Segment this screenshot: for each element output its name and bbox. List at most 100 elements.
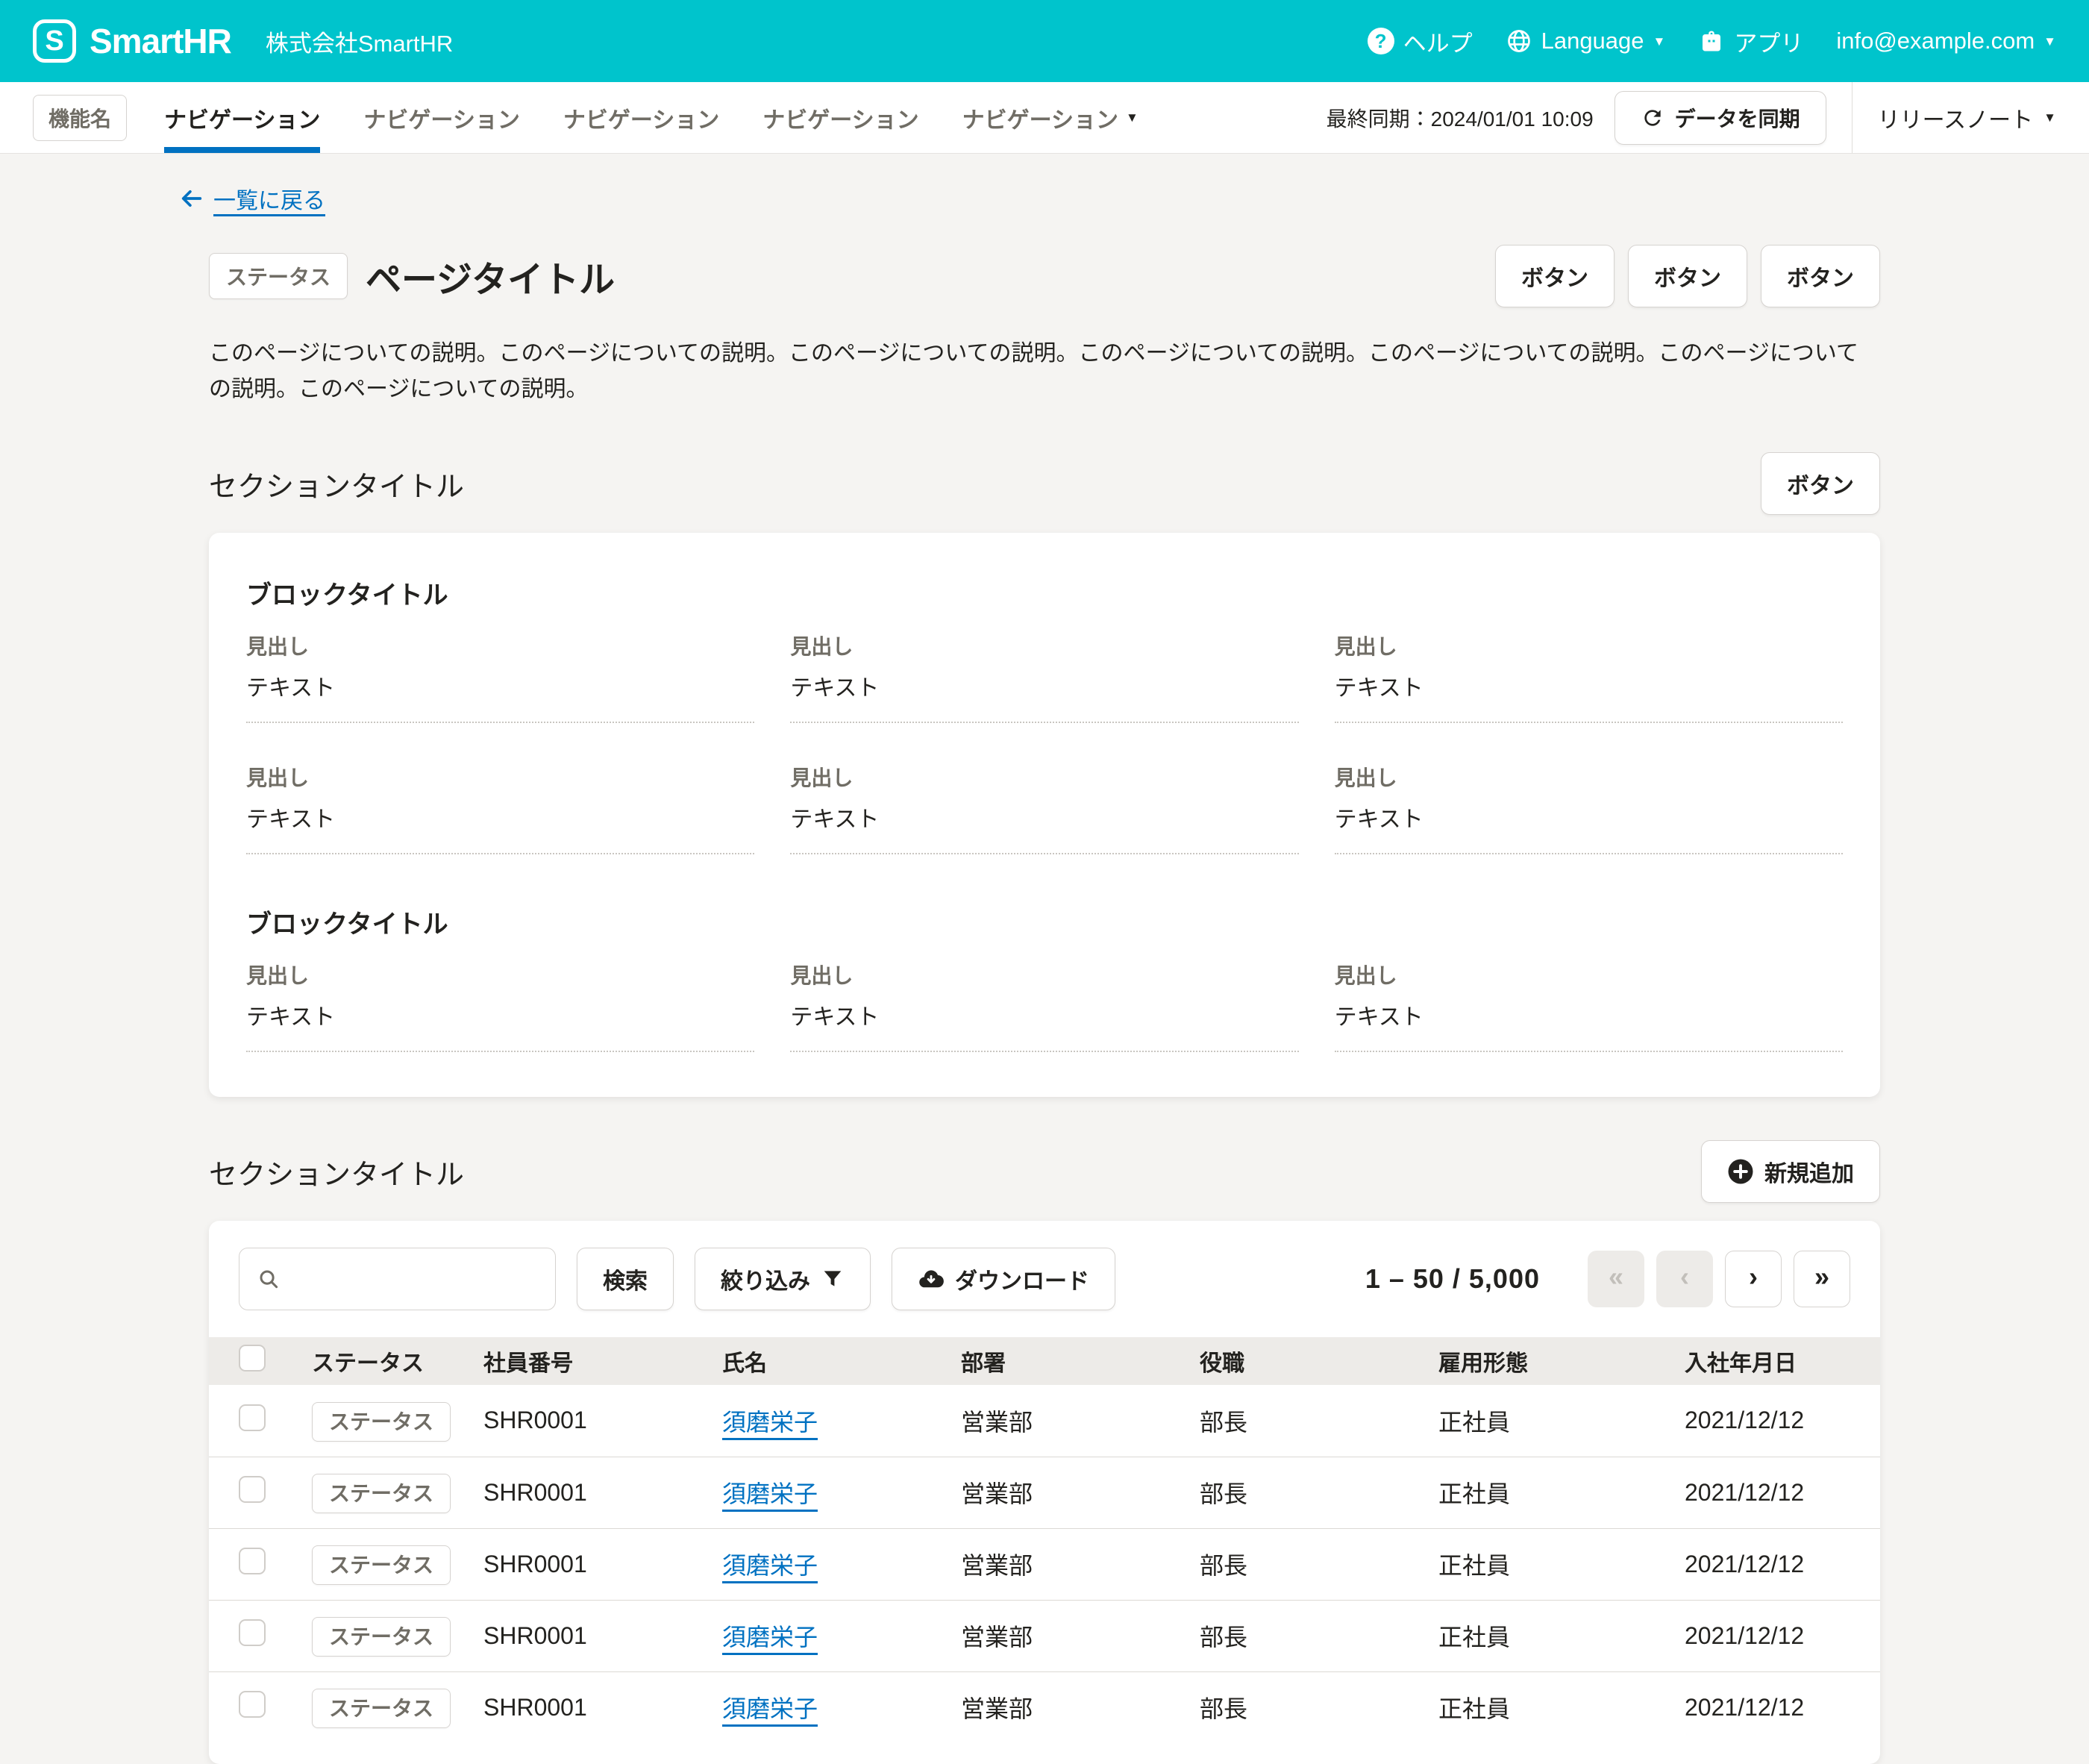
pagination-range: 1 – 50 / 5,000 <box>1365 1263 1540 1295</box>
app-navi: 機能名 ナビゲーション ナビゲーション ナビゲーション ナビゲーション ナビゲー… <box>0 82 2089 154</box>
smarthr-logo[interactable]: S SmartHR <box>33 19 231 63</box>
employee-name-link[interactable]: 須磨栄子 <box>722 1409 818 1436</box>
page-description: このページについての説明。このページについての説明。このページについての説明。こ… <box>209 336 1880 407</box>
page-action-button-1[interactable]: ボタン <box>1495 245 1614 307</box>
status-badge: ステータス <box>312 1617 451 1657</box>
field-label: 見出し <box>790 762 1298 792</box>
nav-tab-3[interactable]: ナビゲーション <box>563 82 719 153</box>
column-header-status: ステータス <box>291 1337 463 1385</box>
nav-tab-5-dropdown[interactable]: ナビゲーション ▼ <box>962 82 1139 153</box>
joined-date-cell: 2021/12/12 <box>1664 1385 1880 1457</box>
button-label: ボタン <box>1787 260 1854 293</box>
section-button[interactable]: ボタン <box>1761 452 1880 515</box>
column-header-employment-type: 雇用形態 <box>1418 1337 1664 1385</box>
caret-down-icon: ▼ <box>2043 35 2056 48</box>
row-checkbox[interactable] <box>239 1548 266 1574</box>
language-menu[interactable]: Language ▼ <box>1506 28 1666 54</box>
button-label: ボタン <box>1787 467 1854 500</box>
joined-date-cell: 2021/12/12 <box>1664 1528 1880 1600</box>
add-new-button[interactable]: 新規追加 <box>1701 1140 1880 1203</box>
block-title: ブロックタイトル <box>246 904 1843 940</box>
row-checkbox[interactable] <box>239 1476 266 1503</box>
field-label: 見出し <box>246 960 754 989</box>
nav-tab-2[interactable]: ナビゲーション <box>363 82 519 153</box>
field: 見出しテキスト <box>246 631 754 723</box>
status-badge: ステータス <box>312 1402 451 1442</box>
apps-menu[interactable]: アプリ <box>1698 25 1803 58</box>
employee-name-link[interactable]: 須磨栄子 <box>722 1552 818 1579</box>
filter-button[interactable]: 絞り込み <box>695 1248 871 1310</box>
employment-type-cell: 正社員 <box>1418 1528 1664 1600</box>
table-card: 検索 絞り込み ダウンロード 1 – 50 / 5,000 « ‹ › » <box>209 1221 1880 1764</box>
account-menu[interactable]: info@example.com ▼ <box>1836 28 2056 54</box>
position-cell: 部長 <box>1179 1457 1418 1528</box>
chevron-right-icon: › <box>1749 1261 1758 1292</box>
field-value: テキスト <box>790 801 1298 854</box>
field: 見出しテキスト <box>246 960 754 1052</box>
field-value: テキスト <box>246 998 754 1052</box>
arrow-left-icon <box>179 186 204 211</box>
page-action-button-2[interactable]: ボタン <box>1628 245 1747 307</box>
field-label: 見出し <box>246 631 754 660</box>
pagination-first-button[interactable]: « <box>1588 1251 1644 1307</box>
account-email: info@example.com <box>1836 28 2035 54</box>
employee-name-link[interactable]: 須磨栄子 <box>722 1480 818 1507</box>
release-note-menu[interactable]: リリースノート ▼ <box>1878 101 2056 134</box>
employee-id-cell: SHR0001 <box>463 1385 701 1457</box>
column-header-name: 氏名 <box>701 1337 940 1385</box>
field-value: テキスト <box>246 801 754 854</box>
globe-icon <box>1506 28 1532 54</box>
sync-data-button[interactable]: データを同期 <box>1614 91 1826 145</box>
row-checkbox[interactable] <box>239 1404 266 1431</box>
table-header-row: ステータス 社員番号 氏名 部署 役職 雇用形態 入社年月日 <box>209 1337 1880 1385</box>
field-value: テキスト <box>790 669 1298 723</box>
pagination-last-button[interactable]: » <box>1794 1251 1850 1307</box>
department-cell: 営業部 <box>940 1385 1179 1457</box>
search-input-wrapper <box>239 1248 556 1310</box>
field-label: 見出し <box>790 631 1298 660</box>
main-content: 一覧に戻る ステータス ページタイトル ボタン ボタン ボタン このページについ… <box>0 154 2089 1764</box>
field: 見出しテキスト <box>246 762 754 854</box>
plus-circle-icon <box>1727 1158 1754 1185</box>
select-all-checkbox[interactable] <box>239 1345 266 1372</box>
employment-type-cell: 正社員 <box>1418 1457 1664 1528</box>
search-button[interactable]: 検索 <box>577 1248 674 1310</box>
field-label: 見出し <box>1335 631 1843 660</box>
cloud-download-icon <box>918 1266 945 1292</box>
apps-label: アプリ <box>1734 25 1803 58</box>
page-action-button-3[interactable]: ボタン <box>1761 245 1880 307</box>
employee-id-cell: SHR0001 <box>463 1600 701 1671</box>
nav-tab-1[interactable]: ナビゲーション <box>164 82 320 153</box>
table-row: ステータス SHR0001 須磨栄子 営業部 部長 正社員 2021/12/12 <box>209 1528 1880 1600</box>
pagination-prev-button[interactable]: ‹ <box>1656 1251 1713 1307</box>
employee-name-link[interactable]: 須磨栄子 <box>722 1624 818 1651</box>
row-checkbox[interactable] <box>239 1619 266 1646</box>
table-row: ステータス SHR0001 須磨栄子 営業部 部長 正社員 2021/12/12 <box>209 1385 1880 1457</box>
block-1: ブロックタイトル 見出しテキスト 見出しテキスト 見出しテキスト 見出しテキスト… <box>246 575 1843 854</box>
app-header: S SmartHR 株式会社SmartHR ? ヘルプ Language ▼ ア… <box>0 0 2089 82</box>
button-label: 新規追加 <box>1764 1155 1854 1188</box>
department-cell: 営業部 <box>940 1600 1179 1671</box>
field-value: テキスト <box>1335 669 1843 723</box>
employee-id-cell: SHR0001 <box>463 1457 701 1528</box>
nav-tab-4[interactable]: ナビゲーション <box>762 82 918 153</box>
table-bottom-spacer <box>209 1743 1880 1764</box>
row-checkbox[interactable] <box>239 1691 266 1718</box>
joined-date-cell: 2021/12/12 <box>1664 1600 1880 1671</box>
pagination-next-button[interactable]: › <box>1725 1251 1782 1307</box>
double-chevron-left-icon: « <box>1609 1261 1623 1292</box>
field: 見出しテキスト <box>1335 960 1843 1052</box>
search-input[interactable] <box>292 1266 537 1292</box>
download-button[interactable]: ダウンロード <box>892 1248 1115 1310</box>
back-to-list-link[interactable]: 一覧に戻る <box>179 182 325 215</box>
language-label: Language <box>1541 28 1644 54</box>
position-cell: 部長 <box>1179 1385 1418 1457</box>
field-value: テキスト <box>1335 998 1843 1052</box>
employee-name-link[interactable]: 須磨栄子 <box>722 1695 818 1722</box>
caret-down-icon: ▼ <box>2043 111 2056 124</box>
nav-tab-label: ナビゲーション <box>762 101 918 134</box>
column-header-employee-id: 社員番号 <box>463 1337 701 1385</box>
joined-date-cell: 2021/12/12 <box>1664 1457 1880 1528</box>
help-menu[interactable]: ? ヘルプ <box>1368 25 1473 58</box>
button-label: ダウンロード <box>955 1263 1089 1295</box>
